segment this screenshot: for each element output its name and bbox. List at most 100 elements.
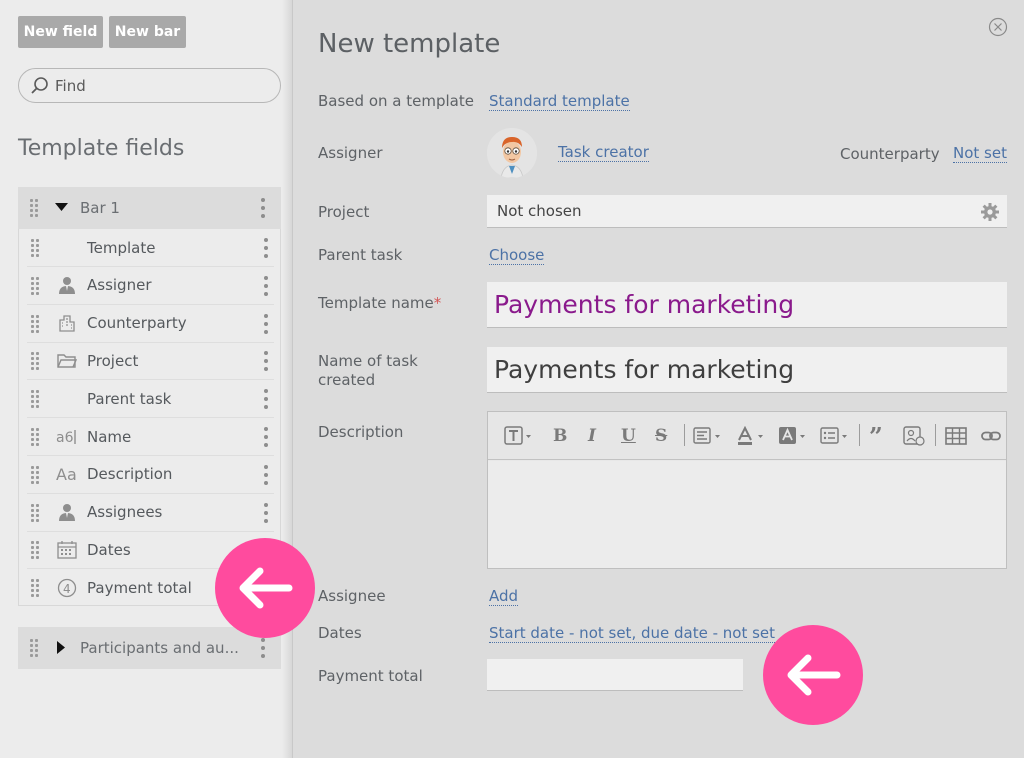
text-style-icon[interactable] <box>504 426 532 446</box>
assignee-label: Assignee <box>318 587 386 605</box>
bold-icon[interactable]: B <box>553 426 567 446</box>
more-vertical-icon[interactable] <box>264 389 268 410</box>
description-label: Description <box>318 423 404 441</box>
gear-icon[interactable] <box>980 202 1000 222</box>
template-name-input[interactable]: Payments for marketing <box>487 282 1007 328</box>
more-vertical-icon[interactable] <box>264 238 268 258</box>
svg-text:4: 4 <box>63 582 71 596</box>
field-row-template[interactable]: Template <box>27 229 274 267</box>
person-icon <box>56 502 78 522</box>
drag-handle-icon[interactable] <box>31 465 39 484</box>
arrow-left-icon <box>215 538 315 638</box>
field-row-project[interactable]: Project <box>27 342 274 381</box>
based-on-label: Based on a template <box>318 92 474 110</box>
drag-handle-icon[interactable] <box>31 428 39 446</box>
table-icon[interactable] <box>945 426 967 446</box>
field-row-description[interactable]: Aa Description <box>27 456 274 494</box>
project-select[interactable]: Not chosen <box>487 195 1007 228</box>
person-icon <box>56 275 78 295</box>
strikethrough-icon[interactable]: S <box>655 426 667 446</box>
drag-handle-icon[interactable] <box>31 503 39 522</box>
search-input-text: Find <box>55 76 86 95</box>
avatar-image <box>487 128 537 178</box>
field-label: Project <box>87 351 139 370</box>
field-row-name[interactable]: a6 Name <box>27 418 274 456</box>
field-row-assigner[interactable]: Assigner <box>27 267 274 305</box>
dates-link[interactable]: Start date - not set, due date - not set <box>489 625 776 643</box>
field-row-assignees[interactable]: Assignees <box>27 494 274 532</box>
arrow-left-icon <box>763 625 863 725</box>
font-color-icon[interactable] <box>736 426 766 446</box>
toolbar-separator <box>935 424 936 446</box>
template-name-label-text: Template name <box>318 294 434 312</box>
bar-2-label: Participants and au... <box>80 639 239 657</box>
field-label: Parent task <box>87 389 172 408</box>
quote-icon[interactable]: ” <box>869 422 883 451</box>
new-field-button[interactable]: New field <box>18 16 103 48</box>
drag-handle-icon[interactable] <box>31 352 39 371</box>
drag-handle-icon[interactable] <box>30 639 38 657</box>
drag-handle-icon[interactable] <box>31 314 39 333</box>
drag-handle-icon[interactable] <box>31 239 39 257</box>
parent-task-link[interactable]: Choose <box>489 247 545 265</box>
caret-right-icon[interactable] <box>57 641 66 654</box>
drag-handle-icon[interactable] <box>31 276 39 295</box>
dates-label: Dates <box>318 624 362 642</box>
background-color-icon[interactable] <box>778 426 808 446</box>
close-icon[interactable] <box>988 17 1008 37</box>
underline-icon[interactable]: U <box>621 426 636 446</box>
assignee-add-link[interactable]: Add <box>489 588 519 606</box>
field-label: Name <box>87 427 132 446</box>
project-value: Not chosen <box>497 202 582 220</box>
align-icon[interactable] <box>693 426 723 446</box>
drag-handle-icon[interactable] <box>31 579 39 598</box>
text-aa-icon: Aa <box>56 464 78 484</box>
field-label: Payment total <box>87 579 192 598</box>
payment-total-input[interactable] <box>487 659 743 691</box>
template-fields-panel: New field New bar Find Template fields B… <box>0 0 292 758</box>
template-name-value: Payments for marketing <box>494 290 795 319</box>
svg-text:Aa: Aa <box>56 466 77 482</box>
insert-image-icon[interactable] <box>903 426 925 446</box>
description-text-area[interactable] <box>488 461 1006 568</box>
more-vertical-icon[interactable] <box>264 502 268 523</box>
field-label: Assignees <box>87 503 163 522</box>
payment-total-label: Payment total <box>318 667 423 685</box>
more-vertical-icon[interactable] <box>264 275 268 296</box>
description-editor: B I U S ” <box>487 411 1007 569</box>
more-vertical-icon[interactable] <box>264 313 268 334</box>
building-icon <box>56 313 78 333</box>
number-4-icon: 4 <box>56 578 78 598</box>
field-label: Dates <box>87 540 131 559</box>
field-row-counterparty[interactable]: Counterparty <box>27 305 274 343</box>
counterparty-label: Counterparty <box>840 145 940 163</box>
drag-handle-icon[interactable] <box>31 541 39 560</box>
list-icon[interactable] <box>820 426 850 446</box>
editor-toolbar: B I U S ” <box>488 412 1006 460</box>
field-label: Description <box>87 465 173 484</box>
more-vertical-icon[interactable] <box>264 427 268 447</box>
caret-down-icon[interactable] <box>55 203 68 212</box>
bar-1-header[interactable]: Bar 1 <box>18 187 281 229</box>
text-field-icon: a6 <box>56 427 78 447</box>
new-bar-button[interactable]: New bar <box>109 16 186 48</box>
required-marker: * <box>433 294 442 312</box>
drag-handle-icon[interactable] <box>30 199 38 217</box>
drag-handle-icon[interactable] <box>31 390 39 409</box>
avatar[interactable] <box>487 128 537 178</box>
task-name-input[interactable]: Payments for marketing <box>487 347 1007 393</box>
parent-task-label: Parent task <box>318 246 403 264</box>
based-on-link[interactable]: Standard template <box>489 93 630 111</box>
assigner-label: Assigner <box>318 144 383 162</box>
link-icon[interactable] <box>980 426 1002 446</box>
modal-title: New template <box>318 29 501 59</box>
italic-icon[interactable]: I <box>588 426 596 446</box>
search-input[interactable]: Find <box>18 68 281 103</box>
counterparty-link[interactable]: Not set <box>953 145 1007 163</box>
field-row-parent-task[interactable]: Parent task <box>27 380 274 419</box>
more-vertical-icon[interactable] <box>261 198 265 218</box>
more-vertical-icon[interactable] <box>264 351 268 372</box>
more-vertical-icon[interactable] <box>261 638 265 658</box>
assigner-link[interactable]: Task creator <box>558 144 649 162</box>
more-vertical-icon[interactable] <box>264 464 268 485</box>
